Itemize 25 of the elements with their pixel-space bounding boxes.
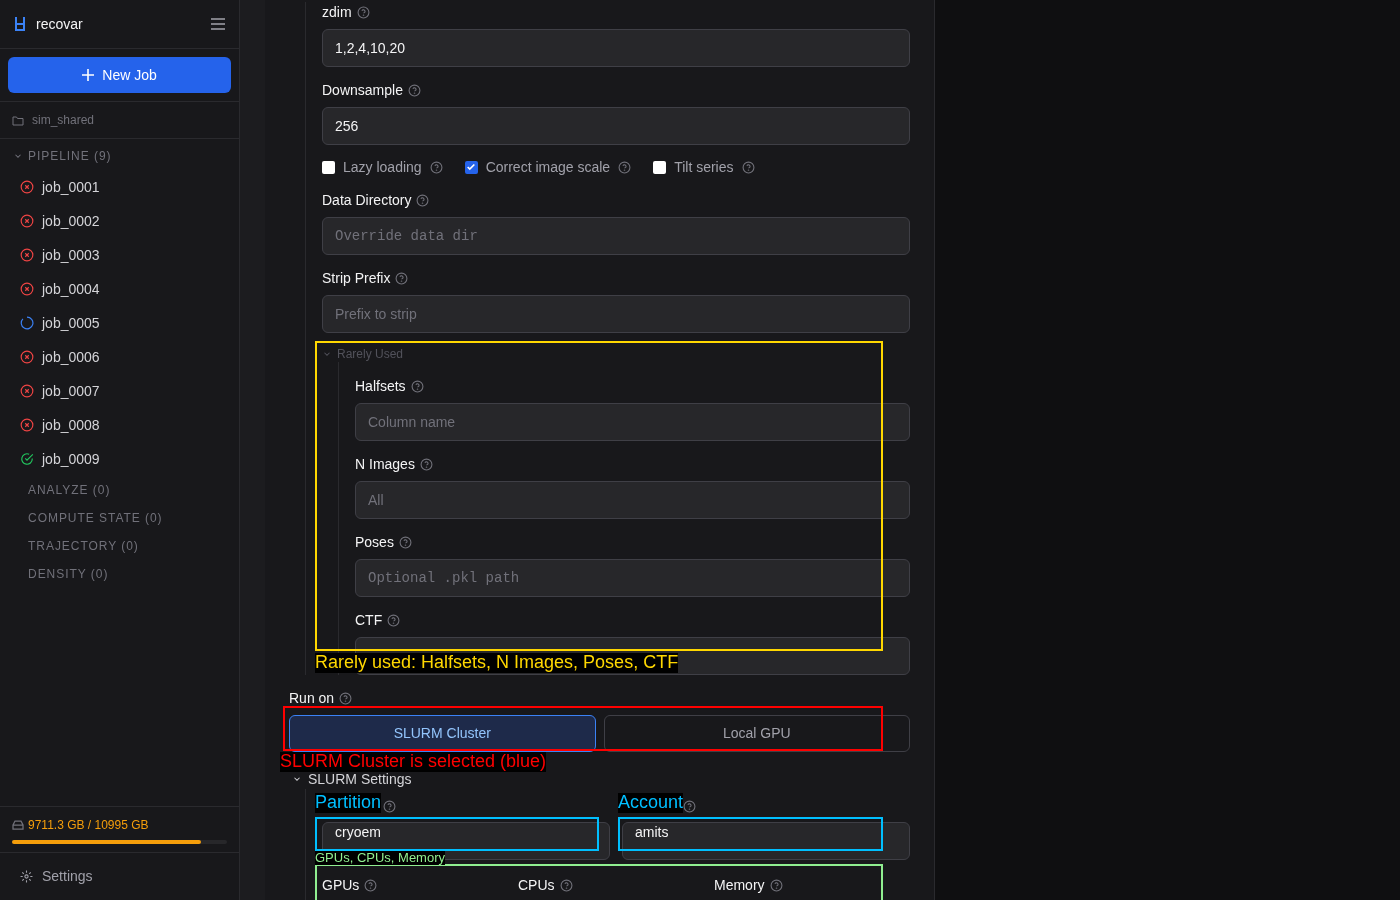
- annotation-tooltip: Rarely used: Halfsets, N Images, Poses, CTF: [315, 653, 679, 673]
- field-label: Memory: [714, 875, 765, 895]
- field-label: Data Directory: [322, 190, 412, 210]
- field-label: CTF: [355, 610, 383, 630]
- annotation-tooltip: Partition: [315, 793, 382, 813]
- field-label: CPUs: [518, 875, 555, 895]
- annotation-tooltip: GPUs, CPUs, Memory: [315, 851, 445, 866]
- field-label: Poses: [355, 532, 394, 552]
- field-label: GPUs: [322, 875, 360, 895]
- app-name: recovar: [36, 14, 83, 34]
- checkbox-label: Correct image scale: [485, 157, 611, 177]
- field-value: cryoem: [335, 824, 381, 840]
- field-label: Halfsets: [355, 376, 406, 396]
- checkbox-label: Tilt series: [674, 157, 734, 177]
- field-label: Strip Prefix: [322, 268, 391, 288]
- field-label: Downsample: [322, 80, 403, 100]
- annotation-tooltip: SLURM Cluster is selected (blue): [280, 752, 547, 772]
- project-name: sim_shared: [32, 112, 95, 129]
- field-label: N Images: [355, 454, 415, 474]
- field-value: amits: [635, 824, 669, 840]
- field-label: Run on: [289, 688, 335, 708]
- storage-reading: 9711.3 GB / 10995 GB: [28, 817, 149, 834]
- checkbox-label: Lazy loading: [343, 157, 422, 177]
- field-label: zdim: [322, 2, 352, 22]
- annotation-tooltip: Account: [618, 793, 684, 813]
